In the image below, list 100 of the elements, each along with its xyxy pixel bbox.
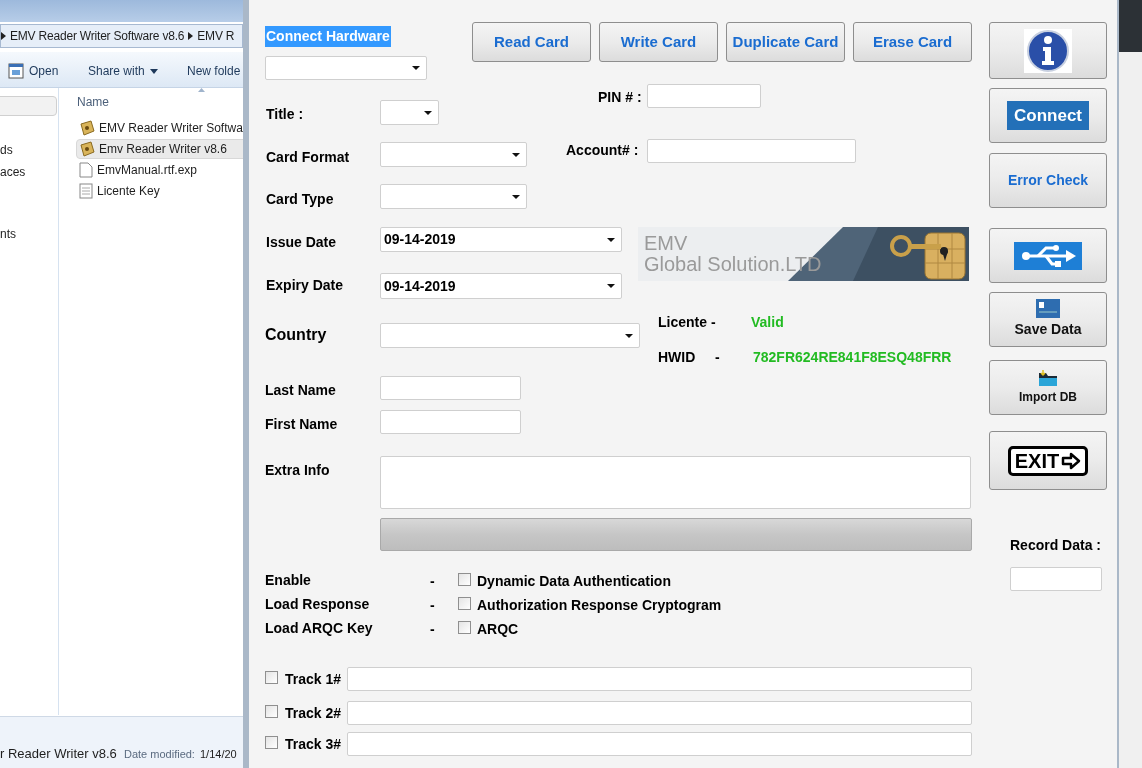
checkbox[interactable] [458,621,471,634]
file-item[interactable]: EmvManual.rtf.exp [76,160,243,180]
caret-icon [424,110,432,115]
toolbar-button[interactable]: Open [8,60,59,82]
input-field[interactable] [1010,567,1102,591]
input-field[interactable] [347,732,972,756]
dropdown[interactable]: 09-14-2019 [380,227,622,252]
breadcrumb-item[interactable]: EMV Reader Writer Software v8.6 [10,27,185,45]
caret-icon [625,333,633,338]
hwid-value: 782FR624RE841F8ESQ48FRR [753,348,952,367]
file-item[interactable]: Licente Key [76,181,243,201]
dropdown[interactable] [380,184,527,209]
dropdown[interactable] [380,100,439,125]
action-button[interactable]: Read Card [472,22,591,62]
field-label: Extra Info [265,461,330,480]
checkbox-label: Track 1# [285,670,342,689]
side-button[interactable] [989,22,1107,79]
field-label: - [430,596,435,615]
nav-item[interactable]: ds [0,141,13,159]
date-value: 1/14/20 [200,747,237,762]
breadcrumb-item[interactable]: EMV R [197,27,235,45]
checkbox[interactable] [265,671,278,684]
input-field[interactable] [347,667,972,691]
checkbox-label: Track 2# [285,704,342,723]
file-item[interactable]: EMV Reader Writer Softwa [76,118,243,138]
toolbar-button[interactable]: Share with [88,60,158,82]
field-label: Account# : [566,141,639,160]
dropdown[interactable] [265,56,427,80]
status-text: Valid [751,313,784,332]
tile-icon [79,120,95,136]
section-label: Connect Hardware [265,26,391,47]
field-label: Load ARQC Key [265,619,373,638]
field-label: Country [265,325,327,345]
field-label: Record Data : [1010,536,1102,555]
field-label: First Name [265,415,338,434]
column-header[interactable]: Name [77,93,109,111]
caret-icon [512,194,520,199]
side-button[interactable]: EXIT [989,431,1107,490]
banner-title: EMV [644,233,689,254]
caret-icon [412,66,420,70]
action-button[interactable]: Write Card [599,22,718,62]
checkbox[interactable] [265,736,278,749]
field-label: - [430,572,435,591]
checkbox[interactable] [458,597,471,610]
folder-icon [1038,369,1058,387]
nav-item[interactable]: aces [0,163,26,181]
date-label: Date modified: [124,747,195,762]
text-area[interactable] [380,456,971,509]
toolbar-button[interactable]: New folde [187,60,241,82]
checkbox-label: ARQC [477,620,519,639]
field-label: Card Format [266,148,350,167]
field-label: HWID [658,348,696,367]
field-label: Title : [266,105,304,124]
chevron-icon [1,32,6,40]
wide-button[interactable] [380,518,972,551]
caret-icon [149,68,158,74]
document-icon [79,183,93,199]
usb-icon [1014,241,1082,270]
field-label: Last Name [265,381,336,400]
side-button[interactable] [989,228,1107,283]
nav-item[interactable]: nts [0,225,16,243]
card-icon [1036,299,1060,318]
dropdown[interactable] [380,142,527,167]
caret-icon [512,152,520,157]
field-label: Load Response [265,595,370,614]
arrow-icon [1061,451,1082,470]
side-button[interactable]: Import DB [989,360,1107,415]
side-button[interactable]: Save Data [989,292,1107,347]
input-field[interactable] [347,701,972,725]
chevron-icon [188,32,194,40]
info-icon [1024,28,1072,73]
input-field[interactable] [647,84,761,108]
field-label: Card Type [266,190,334,209]
field-label: Enable [265,571,311,590]
caret-icon [607,284,615,288]
dropdown[interactable] [380,323,640,348]
window-icon [8,63,24,79]
address-bar[interactable]: EMV Reader Writer Software v8.6 EMV R [0,24,243,48]
action-button[interactable]: Duplicate Card [726,22,845,62]
checkbox[interactable] [265,705,278,718]
field-label: - [715,348,720,367]
file-item[interactable]: Emv Reader Writer v8.6 [76,139,243,159]
input-field[interactable] [647,139,856,163]
action-button[interactable]: Erase Card [853,22,972,62]
field-label: - [430,620,435,639]
field-label: Expiry Date [266,276,344,295]
side-button[interactable]: Connect [989,88,1107,143]
input-field[interactable] [380,410,521,434]
caret-icon [607,237,615,242]
side-button[interactable]: Error Check [989,153,1107,208]
checkbox[interactable] [458,573,471,586]
checkbox-label: Dynamic Data Authentication [477,572,671,591]
checkbox-label: Authorization Response Cryptogram [477,596,722,615]
checkbox-label: Track 3# [285,735,342,754]
input-field[interactable] [380,376,521,400]
dropdown[interactable]: 09-14-2019 [380,273,622,299]
tile-icon [79,141,95,157]
nav-item-background [0,96,57,116]
field-label: Licente - [658,313,716,332]
field-label: Issue Date [266,233,337,252]
